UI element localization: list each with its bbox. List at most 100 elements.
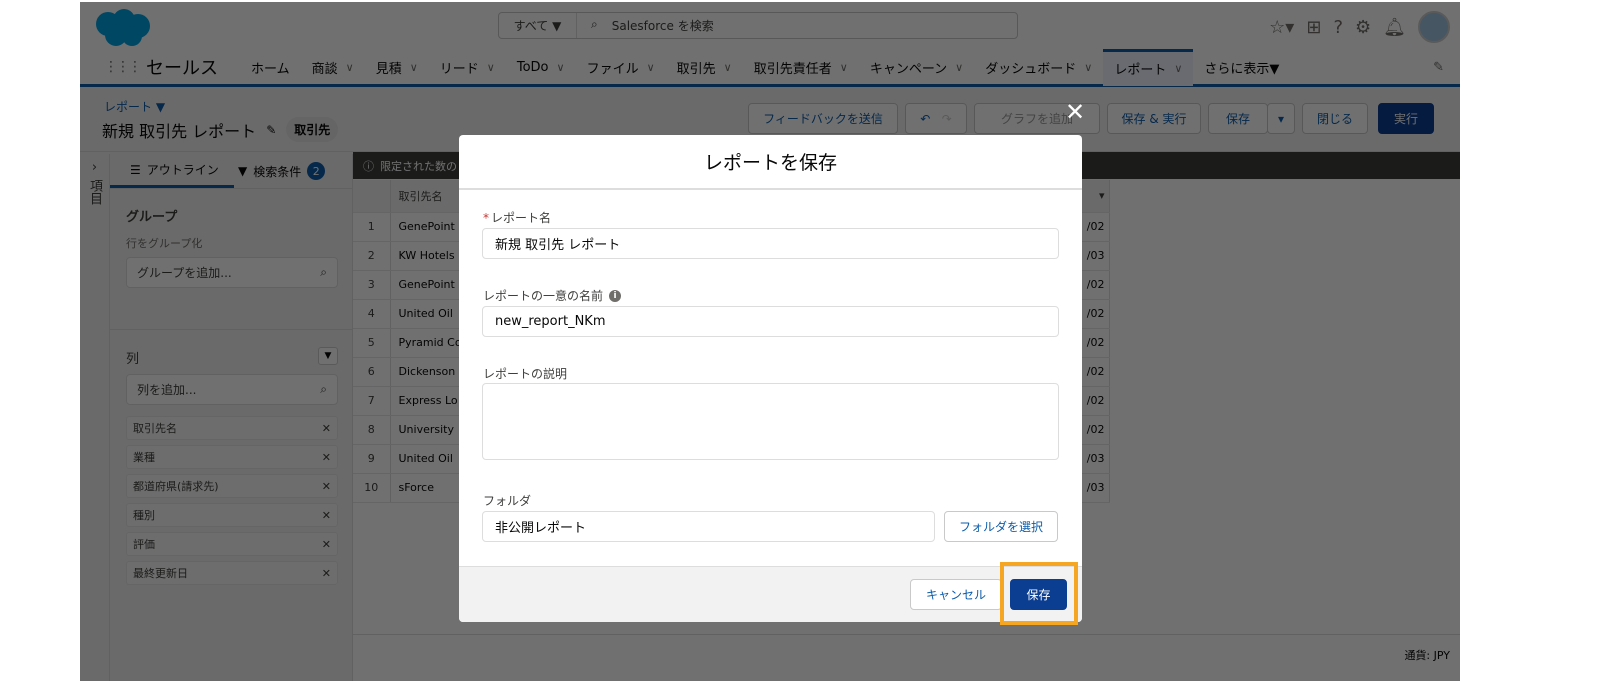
- redo-icon[interactable]: ↷: [942, 112, 952, 126]
- remove-x-icon[interactable]: ✕: [322, 422, 331, 435]
- filter-icon: ▼: [238, 164, 248, 178]
- nav-item[interactable]: ToDo ∨: [506, 49, 576, 86]
- nav-item[interactable]: ホーム: [240, 49, 301, 86]
- close-report-button[interactable]: 閉じる: [1302, 103, 1368, 134]
- feedback-button[interactable]: フィードバックを送信: [748, 103, 898, 134]
- bell-icon[interactable]: 🔔︎: [1383, 17, 1406, 38]
- info-icon[interactable]: i: [609, 289, 622, 302]
- column-item[interactable]: 業種 ✕: [126, 445, 338, 469]
- add-group-input[interactable]: グループを追加... ⌕: [126, 257, 338, 288]
- nav-item-label: ダッシュボード: [985, 61, 1077, 77]
- column-menu-chevron-icon[interactable]: ▾: [1079, 180, 1110, 213]
- add-icon[interactable]: ⊞: [1306, 17, 1321, 38]
- nav-item[interactable]: リード ∨: [429, 49, 506, 86]
- column-item[interactable]: 種別 ✕: [126, 503, 338, 527]
- global-search[interactable]: すべて ▼ ⌕ Salesforce を検索: [498, 12, 1018, 39]
- add-column-input[interactable]: 列を追加... ⌕: [126, 374, 338, 405]
- fields-panel-toggle[interactable]: › 項目: [80, 154, 110, 681]
- breadcrumb[interactable]: レポート ▼: [104, 98, 165, 115]
- nav-item-label: リード: [439, 61, 479, 77]
- nav-item-label: ホーム: [251, 61, 290, 77]
- nav-item-label: ToDo: [516, 59, 549, 75]
- filter-count-badge: 2: [307, 162, 326, 180]
- global-header: すべて ▼ ⌕ Salesforce を検索 ☆▾ ⊞ ? ⚙ 🔔︎: [80, 2, 1460, 50]
- avatar[interactable]: [1418, 11, 1450, 43]
- modal-footer: キャンセル 保存: [459, 566, 1082, 622]
- nav-item[interactable]: 取引先責任者 ∨: [743, 49, 859, 86]
- remove-x-icon[interactable]: ✕: [322, 509, 331, 522]
- undo-icon[interactable]: ↶: [920, 112, 930, 126]
- chevron-down-icon[interactable]: ∨: [1174, 62, 1182, 75]
- select-folder-button[interactable]: フォルダを選択: [944, 511, 1058, 542]
- date-cell: /02: [1079, 270, 1110, 300]
- chevron-down-icon[interactable]: ∨: [724, 61, 732, 74]
- save-run-button[interactable]: 保存 & 実行: [1107, 103, 1201, 134]
- currency-select[interactable]: 通貨: JPY: [1404, 647, 1450, 663]
- save-modal-button[interactable]: 保存: [1010, 579, 1067, 610]
- nav-more[interactable]: さらに表示▼: [1193, 49, 1290, 86]
- unique-name-label: レポートの一意の名前: [483, 289, 604, 303]
- app-launcher-icon[interactable]: ⋮⋮⋮: [104, 59, 142, 75]
- help-icon[interactable]: ?: [1333, 17, 1343, 38]
- columns-menu-chevron-icon[interactable]: ▼: [318, 347, 338, 365]
- column-item[interactable]: 最終更新日 ✕: [126, 561, 338, 585]
- remove-x-icon[interactable]: ✕: [322, 538, 331, 551]
- outline-sidebar: ☰ アウトライン ▼ 検索条件 2 グループ 行をグループ化 グループを追加... ⌕ …: [110, 154, 353, 681]
- expand-chevron-icon[interactable]: ›: [80, 160, 109, 175]
- remove-x-icon[interactable]: ✕: [322, 567, 331, 580]
- nav-item[interactable]: 商談 ∨: [301, 49, 365, 86]
- nav-item[interactable]: キャンペーン ∨: [859, 49, 974, 86]
- unique-name-input[interactable]: new_report_NKm: [482, 306, 1059, 337]
- chevron-down-icon[interactable]: ∨: [840, 61, 848, 74]
- row-number: 5: [353, 328, 391, 358]
- chevron-down-icon[interactable]: ∨: [557, 61, 565, 74]
- tab-outline[interactable]: ☰ アウトライン: [110, 154, 234, 188]
- edit-nav-pencil-icon[interactable]: ✎: [1433, 60, 1444, 75]
- save-menu-chevron-icon[interactable]: ▾: [1267, 103, 1295, 134]
- nav-item[interactable]: ファイル ∨: [576, 49, 666, 86]
- column-item[interactable]: 評価 ✕: [126, 532, 338, 556]
- column-item[interactable]: 都道府県(請求先) ✕: [126, 474, 338, 498]
- nav-item[interactable]: レポート ∨: [1103, 48, 1194, 86]
- report-name-input[interactable]: 新規 取引先 レポート: [482, 228, 1059, 259]
- app-name: セールス: [146, 58, 218, 79]
- required-marker: *: [483, 210, 489, 225]
- description-textarea[interactable]: [482, 383, 1059, 460]
- nav-item[interactable]: 見積 ∨: [365, 49, 429, 86]
- salesforce-logo-icon[interactable]: [94, 8, 152, 48]
- search-icon: ⌕: [320, 382, 327, 396]
- row-number: 2: [353, 241, 391, 271]
- column-item-label: 取引先名: [133, 422, 177, 435]
- chevron-down-icon[interactable]: ∨: [955, 61, 963, 74]
- run-button[interactable]: 実行: [1378, 103, 1434, 134]
- chevron-down-icon[interactable]: ∨: [346, 61, 354, 74]
- date-cell: /03: [1079, 241, 1110, 271]
- fields-label: 項目: [87, 179, 102, 205]
- gear-icon[interactable]: ⚙: [1355, 17, 1371, 38]
- search-input[interactable]: Salesforce を検索: [612, 17, 714, 34]
- save-button[interactable]: 保存: [1208, 103, 1268, 134]
- chevron-down-icon[interactable]: ∨: [1084, 61, 1092, 74]
- column-item[interactable]: 取引先名 ✕: [126, 416, 338, 440]
- column-item-label: 業種: [133, 451, 155, 464]
- search-scope-select[interactable]: すべて ▼: [499, 13, 577, 38]
- chevron-down-icon[interactable]: ∨: [410, 61, 418, 74]
- tab-filters[interactable]: ▼ 検索条件 2: [234, 154, 329, 188]
- favorites-star-icon[interactable]: ☆▾: [1269, 17, 1294, 38]
- edit-title-pencil-icon[interactable]: ✎: [266, 123, 276, 137]
- cancel-button[interactable]: キャンセル: [910, 579, 1002, 610]
- nav-item[interactable]: 取引先 ∨: [666, 49, 743, 86]
- chevron-down-icon[interactable]: ∨: [487, 61, 495, 74]
- column-item-label: 最終更新日: [133, 567, 188, 580]
- nav-item[interactable]: ダッシュボード ∨: [974, 49, 1103, 86]
- group-subtitle: 行をグループ化: [126, 237, 203, 250]
- row-number: 6: [353, 357, 391, 387]
- column-item-label: 種別: [133, 509, 155, 522]
- chevron-down-icon[interactable]: ∨: [647, 61, 655, 74]
- folder-input[interactable]: 非公開レポート: [482, 511, 935, 542]
- remove-x-icon[interactable]: ✕: [322, 480, 331, 493]
- remove-x-icon[interactable]: ✕: [322, 451, 331, 464]
- modal-title: レポートを保存: [459, 135, 1082, 190]
- folder-label: フォルダ: [483, 494, 532, 508]
- close-icon[interactable]: ✕: [1063, 98, 1087, 126]
